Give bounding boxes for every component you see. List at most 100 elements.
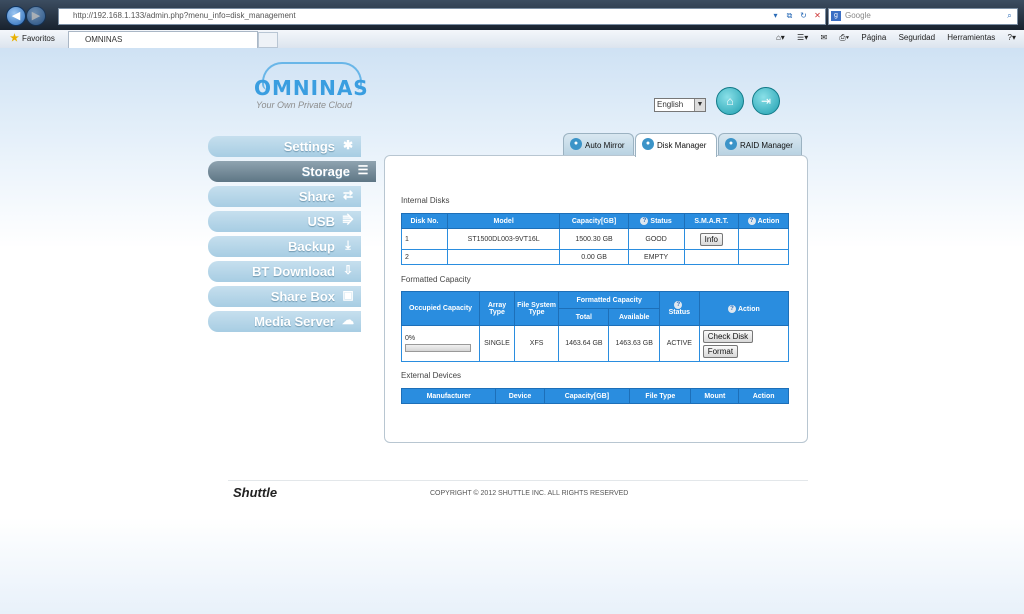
mail-icon[interactable]: ✉ bbox=[820, 33, 827, 42]
sidebar-item-share[interactable]: Share ⇄ bbox=[208, 186, 361, 207]
compat-icon[interactable]: ⧉ bbox=[784, 10, 795, 21]
disk-model: ST1500DL003-9VT16L bbox=[446, 228, 561, 250]
mirror-icon: ● bbox=[570, 138, 582, 150]
sidebar-item-settings[interactable]: Settings ✱ bbox=[208, 136, 361, 157]
dropdown-icon[interactable]: ▾ bbox=[770, 10, 781, 21]
language-value: English bbox=[657, 100, 684, 109]
col-available: Available bbox=[608, 308, 660, 326]
new-tab-button[interactable] bbox=[258, 32, 278, 48]
forward-icon[interactable]: ▶ bbox=[26, 6, 46, 26]
info-button[interactable]: Info bbox=[699, 232, 723, 246]
refresh-icon[interactable]: ↻ bbox=[798, 10, 809, 21]
disk-status: GOOD bbox=[627, 228, 685, 250]
tab-title: OMNINAS bbox=[85, 35, 123, 44]
help-icon: ? bbox=[747, 217, 756, 225]
disk-no: 2 bbox=[401, 249, 448, 265]
google-icon: g bbox=[831, 11, 841, 21]
sidebar-item-label: Share Box bbox=[270, 289, 335, 304]
disk-icon: ● bbox=[642, 138, 654, 150]
back-icon[interactable]: ◀ bbox=[6, 6, 26, 26]
internal-disks-title: Internal Disks bbox=[401, 196, 450, 205]
sidebar-item-share-box[interactable]: Share Box ▣ bbox=[208, 286, 361, 307]
internal-disks-table: Disk No. Model Capacity[GB] ? Status S.M.… bbox=[401, 213, 790, 265]
usb-icon: ⭆ bbox=[342, 213, 354, 227]
tab-label: Disk Manager bbox=[657, 141, 707, 150]
disk-model bbox=[446, 249, 561, 265]
address-bar[interactable]: http://192.168.1.133/admin.php?menu_info… bbox=[58, 8, 826, 25]
media-server-icon: ☁ bbox=[342, 313, 354, 327]
favorites-label: Favoritos bbox=[21, 34, 55, 43]
format-button[interactable]: Format bbox=[702, 344, 739, 358]
external-devices-title: External Devices bbox=[401, 371, 462, 380]
tab-raid-manager[interactable]: ● RAID Manager bbox=[718, 133, 802, 156]
col-manufacturer: Manufacturer bbox=[400, 388, 497, 404]
tab-label: Auto Mirror bbox=[585, 141, 625, 150]
col-model: Model bbox=[446, 213, 561, 229]
search-icon[interactable]: ⌕ bbox=[1004, 10, 1015, 21]
settings-icon: ✱ bbox=[342, 138, 354, 152]
brand-name: OMNINAS bbox=[254, 76, 369, 100]
omninas-logo: OMNINAS Your Own Private Cloud bbox=[254, 62, 368, 114]
col-action: ? Action bbox=[698, 291, 790, 326]
footer-divider bbox=[228, 480, 808, 481]
browser-chrome: ◀ ▶ http://192.168.1.133/admin.php?menu_… bbox=[0, 0, 1024, 49]
logout-button[interactable]: ⇥ bbox=[752, 87, 780, 115]
print-icon[interactable]: ⎙▾ bbox=[839, 33, 849, 42]
bt-download-icon: ⇩ bbox=[342, 263, 354, 277]
total-capacity: 1463.64 GB bbox=[558, 325, 610, 362]
favorites-button[interactable]: ★ Favoritos bbox=[10, 33, 55, 44]
col-capacity: Capacity[GB] bbox=[559, 213, 629, 229]
col-formatted: Formatted Capacity bbox=[558, 291, 660, 309]
sidebar-item-backup[interactable]: Backup ⤓ bbox=[208, 236, 361, 257]
external-devices-table: Manufacturer Device Capacity[GB] File Ty… bbox=[400, 388, 789, 404]
address-url[interactable]: http://192.168.1.133/admin.php?menu_info… bbox=[73, 11, 296, 20]
fs-type: XFS bbox=[513, 325, 560, 362]
volume-actions: Check Disk Format bbox=[698, 325, 790, 362]
menu-herramientas[interactable]: Herramientas bbox=[947, 33, 995, 42]
search-box[interactable]: g Google ⌕ bbox=[828, 8, 1018, 25]
sidebar-item-bt-download[interactable]: BT Download ⇩ bbox=[208, 261, 361, 282]
browser-tab[interactable]: OMNINAS bbox=[68, 31, 258, 48]
disk-no: 1 bbox=[401, 228, 448, 250]
logout-icon: ⇥ bbox=[760, 94, 772, 108]
col-smart: S.M.A.R.T. bbox=[683, 213, 739, 229]
home-icon[interactable]: ⌂▾ bbox=[776, 33, 785, 42]
volume-status: ACTIVE bbox=[658, 325, 700, 362]
disk-smart: Info bbox=[683, 228, 739, 250]
sidebar-item-label: Storage bbox=[301, 164, 350, 179]
disk-smart bbox=[683, 249, 739, 265]
home-button[interactable]: ⌂ bbox=[716, 87, 744, 115]
stop-icon[interactable]: ✕ bbox=[812, 10, 823, 21]
search-input[interactable]: Google bbox=[845, 11, 871, 20]
table-header: Occupied Capacity Array Type File System… bbox=[400, 291, 790, 326]
col-occupied: Occupied Capacity bbox=[400, 291, 481, 326]
star-icon: ★ bbox=[10, 33, 19, 44]
table-row: 2 0.00 GB EMPTY bbox=[401, 249, 790, 265]
col-total: Total bbox=[558, 308, 610, 326]
col-action: ? Action bbox=[737, 213, 790, 229]
sidebar-item-media-server[interactable]: Media Server ☁ bbox=[208, 311, 361, 332]
tab-disk-manager[interactable]: ● Disk Manager bbox=[635, 133, 717, 157]
sidebar-item-label: Settings bbox=[283, 139, 335, 154]
menu-seguridad[interactable]: Seguridad bbox=[899, 33, 935, 42]
sidebar-item-usb[interactable]: USB ⭆ bbox=[208, 211, 361, 232]
table-row: 1 ST1500DL003-9VT16L 1500.30 GB GOOD Inf… bbox=[401, 228, 790, 250]
col-array-type: Array Type bbox=[479, 291, 515, 326]
storage-icon: ☰ bbox=[357, 163, 369, 177]
feeds-icon[interactable]: ☰▾ bbox=[797, 33, 808, 42]
table-row: 0% SINGLE XFS 1463.64 GB 1463.63 GB ACTI… bbox=[400, 325, 790, 362]
browser-toolbar: ◀ ▶ http://192.168.1.133/admin.php?menu_… bbox=[0, 0, 1024, 30]
backup-icon: ⤓ bbox=[345, 238, 351, 252]
help-icon[interactable]: ?▾ bbox=[1008, 33, 1016, 42]
chevron-down-icon[interactable]: ▼ bbox=[694, 99, 705, 111]
sidebar-item-storage[interactable]: Storage ☰ bbox=[208, 161, 376, 182]
sidebar-item-label: BT Download bbox=[251, 264, 335, 279]
array-type: SINGLE bbox=[479, 325, 515, 362]
language-select[interactable]: English ▼ bbox=[654, 98, 706, 112]
check-disk-button[interactable]: Check Disk bbox=[702, 329, 754, 343]
sidebar-item-label: USB bbox=[307, 214, 335, 229]
share-icon: ⇄ bbox=[342, 188, 354, 202]
menu-pagina[interactable]: Página bbox=[861, 33, 886, 42]
col-status: ? Status bbox=[627, 213, 685, 229]
tab-auto-mirror[interactable]: ● Auto Mirror bbox=[563, 133, 634, 156]
